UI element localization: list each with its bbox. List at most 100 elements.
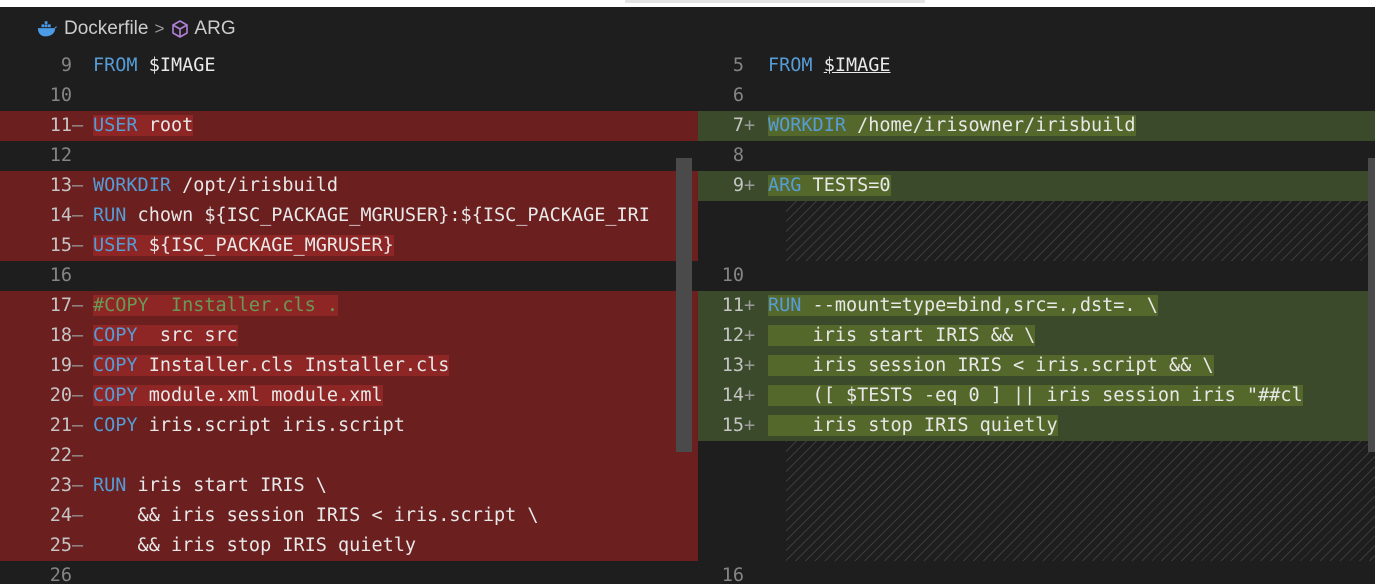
insertion-marker: +: [744, 415, 756, 436]
line-number: 6: [732, 85, 744, 106]
code-text: ${ISC_PACKAGE_MGRUSER}: [137, 235, 394, 256]
line-number: 25: [49, 535, 72, 556]
deletion-marker: —: [72, 475, 84, 496]
line-number: 10: [49, 85, 72, 106]
diff-line: 12: [0, 141, 698, 171]
diff-original-pane[interactable]: 9 FROM $IMAGE 10 11— USER root 12 13— WO…: [0, 51, 698, 584]
deletion-marker: —: [72, 175, 84, 196]
vertical-scrollbar-thumb[interactable]: [676, 158, 692, 452]
line-number: 12: [49, 145, 72, 166]
code-text: ([ $TESTS -eq 0 ] || iris session iris "…: [768, 385, 1303, 406]
diff-line: 16: [0, 261, 698, 291]
deletion-marker: —: [72, 355, 84, 376]
deletion-marker: —: [72, 115, 84, 136]
line-number: 20: [49, 385, 72, 406]
deletion-marker: —: [72, 415, 84, 436]
keyword: RUN: [93, 475, 127, 496]
deletion-marker: —: [72, 235, 84, 256]
line-number: 7: [732, 115, 744, 136]
diff-line: 16: [698, 561, 1375, 584]
deletion-marker: —: [72, 535, 84, 556]
line-number: 23: [49, 475, 72, 496]
insertion-marker: +: [744, 385, 756, 406]
diff-line: 10: [698, 261, 1375, 291]
code-text: --mount=type=bind,src=.,dst=. \: [801, 295, 1158, 316]
insertion-marker: +: [744, 355, 756, 376]
code-text: iris.script iris.script: [137, 415, 405, 436]
deleted-line: 15— USER ${ISC_PACKAGE_MGRUSER}: [0, 231, 698, 261]
line-number: 22: [49, 445, 72, 466]
diff-line: 8: [698, 141, 1375, 171]
inserted-line: 11 + RUN --mount=type=bind,src=.,dst=. \: [698, 291, 1375, 321]
inserted-line: 14 + ([ $TESTS -eq 0 ] || iris session ir…: [698, 381, 1375, 411]
code-text: iris start IRIS && \: [768, 325, 1036, 346]
diff-line: 5 FROM $IMAGE: [698, 51, 1375, 81]
line-number: 16: [721, 565, 744, 584]
code-text: chown ${ISC_PACKAGE_MGRUSER}:${ISC_PACKA…: [126, 205, 650, 226]
deleted-line: 24— && iris session IRIS < iris.script \: [0, 501, 698, 531]
code-text: && iris stop IRIS quietly: [93, 535, 417, 556]
deleted-line: 13— WORKDIR /opt/irisbuild: [0, 171, 698, 201]
deletion-marker: —: [72, 325, 84, 346]
vertical-scrollbar-thumb-right[interactable]: [1368, 158, 1375, 452]
line-number: 16: [49, 265, 72, 286]
deletion-marker: —: [72, 385, 84, 406]
diff-modified-pane[interactable]: 5 FROM $IMAGE 6 7 + WORKDIR /home/irisown…: [698, 51, 1375, 584]
deleted-line: 19— COPY Installer.cls Installer.cls: [0, 351, 698, 381]
deletion-marker: —: [72, 205, 84, 226]
line-number: 21: [49, 415, 72, 436]
deletion-marker: —: [72, 295, 84, 316]
line-number: 19: [49, 355, 72, 376]
code-text: TESTS=0: [801, 175, 891, 196]
inserted-line: 9 + ARG TESTS=0: [698, 171, 1375, 201]
breadcrumb: Dockerfile > ARG: [0, 7, 1375, 51]
deleted-line: 11— USER root: [0, 111, 698, 141]
deletion-marker: —: [72, 505, 84, 526]
code-text: iris stop IRIS quietly: [768, 415, 1058, 436]
keyword: USER: [93, 115, 138, 136]
diff-line: 6: [698, 81, 1375, 111]
line-number: 18: [49, 325, 72, 346]
line-number: 24: [49, 505, 72, 526]
insertion-marker: +: [744, 115, 756, 136]
diff-line: 10: [0, 81, 698, 111]
line-number: 10: [721, 265, 744, 286]
deleted-line: 25— && iris stop IRIS quietly: [0, 531, 698, 561]
breadcrumb-file[interactable]: Dockerfile: [64, 18, 148, 40]
line-number: 13: [49, 175, 72, 196]
deleted-line: 14— RUN chown ${ISC_PACKAGE_MGRUSER}:${I…: [0, 201, 698, 231]
keyword: WORKDIR: [93, 175, 171, 196]
diff-line: 9 FROM $IMAGE: [0, 51, 698, 81]
active-tab-indicator: [625, 0, 925, 3]
keyword: USER: [93, 235, 138, 256]
code-text: /opt/irisbuild: [170, 175, 339, 196]
line-number: 15: [721, 415, 744, 436]
breadcrumb-symbol[interactable]: ARG: [194, 18, 235, 40]
line-number: 8: [732, 145, 744, 166]
code-text: $IMAGE: [823, 55, 891, 76]
docker-whale-icon: [37, 21, 58, 37]
keyword: FROM: [93, 55, 138, 76]
line-number: 5: [732, 55, 744, 76]
keyword: COPY: [93, 415, 138, 436]
deleted-line: 21— COPY iris.script iris.script: [0, 411, 698, 441]
code-text: root: [137, 115, 194, 136]
keyword: RUN: [93, 205, 127, 226]
line-number: 12: [721, 325, 744, 346]
code-text: Installer.cls Installer.cls: [137, 355, 450, 376]
keyword: COPY: [93, 325, 138, 346]
diff-filler-hatch: [786, 441, 1375, 561]
keyword: COPY: [93, 355, 138, 376]
code-text: iris start IRIS \: [126, 475, 327, 496]
keyword: WORKDIR: [768, 115, 846, 136]
line-number: 15: [49, 235, 72, 256]
line-number: 13: [721, 355, 744, 376]
cube-icon: [172, 20, 189, 38]
deleted-line: 23— RUN iris start IRIS \: [0, 471, 698, 501]
breadcrumb-separator: >: [154, 19, 165, 38]
deleted-line: 18— COPY src src: [0, 321, 698, 351]
inserted-line: 13 + iris session IRIS < iris.script && \: [698, 351, 1375, 381]
code-text: module.xml module.xml: [137, 385, 383, 406]
line-number: 11: [721, 295, 744, 316]
keyword: RUN: [768, 295, 802, 316]
